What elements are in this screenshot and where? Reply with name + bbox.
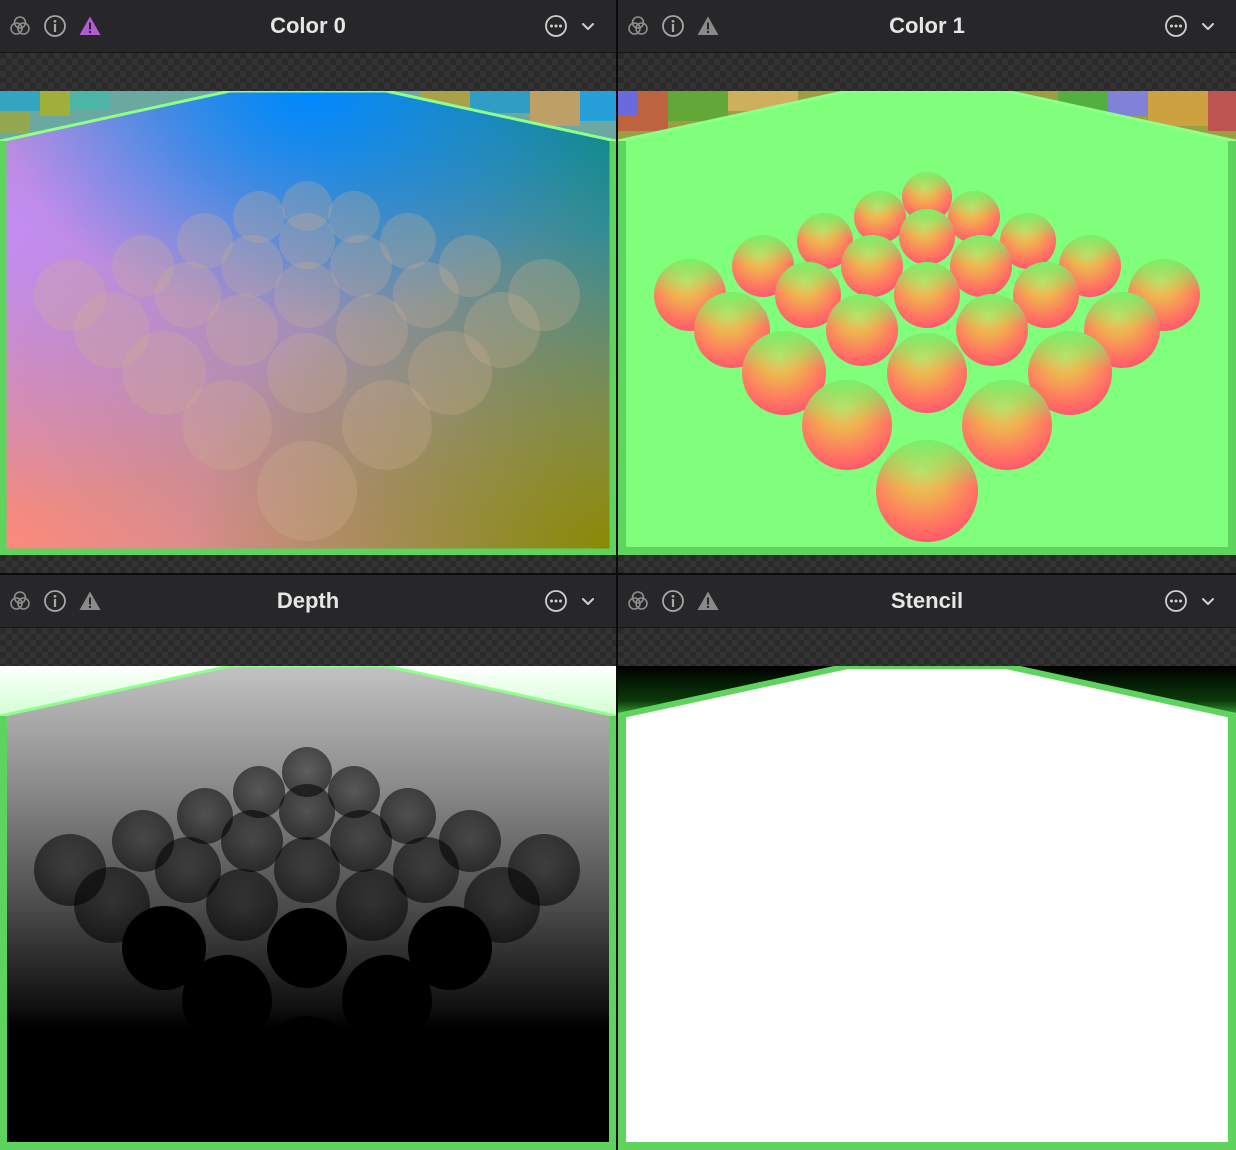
warning-icon[interactable] (78, 14, 102, 38)
texture-viewport[interactable] (0, 666, 616, 1150)
more-options-icon[interactable] (544, 14, 568, 38)
chevron-down-icon[interactable] (576, 14, 600, 38)
transparency-checkerboard (618, 628, 1236, 666)
more-options-icon[interactable] (1164, 14, 1188, 38)
panel-titlebar: Color 1 (618, 0, 1236, 53)
panel-titlebar: Stencil (618, 575, 1236, 628)
warning-icon[interactable] (696, 14, 720, 38)
chevron-down-icon[interactable] (1196, 14, 1220, 38)
more-options-icon[interactable] (1164, 589, 1188, 613)
panel-stencil: Stencil (618, 575, 1236, 1150)
texture-viewport[interactable] (618, 91, 1236, 555)
panel-titlebar: Depth (0, 575, 616, 628)
transparency-checkerboard (0, 628, 616, 666)
more-options-icon[interactable] (544, 589, 568, 613)
transparency-checkerboard (618, 555, 1236, 573)
info-icon[interactable] (661, 14, 685, 38)
info-icon[interactable] (43, 14, 67, 38)
overlay-circles-icon[interactable] (8, 589, 32, 613)
panel-color-0: Color 0 (0, 0, 616, 573)
warning-icon[interactable] (78, 589, 102, 613)
chevron-down-icon[interactable] (576, 589, 600, 613)
info-icon[interactable] (43, 589, 67, 613)
panel-depth: Depth (0, 575, 616, 1150)
transparency-checkerboard (618, 53, 1236, 91)
texture-viewer-grid: Color 0 Color 1 Depth Stencil (0, 0, 1236, 1150)
transparency-checkerboard (0, 555, 616, 573)
overlay-circles-icon[interactable] (8, 14, 32, 38)
texture-viewport[interactable] (618, 666, 1236, 1150)
chevron-down-icon[interactable] (1196, 589, 1220, 613)
warning-icon[interactable] (696, 589, 720, 613)
panel-titlebar: Color 0 (0, 0, 616, 53)
panel-color-1: Color 1 (618, 0, 1236, 573)
overlay-circles-icon[interactable] (626, 14, 650, 38)
texture-viewport[interactable] (0, 91, 616, 555)
overlay-circles-icon[interactable] (626, 589, 650, 613)
transparency-checkerboard (0, 53, 616, 91)
info-icon[interactable] (661, 589, 685, 613)
